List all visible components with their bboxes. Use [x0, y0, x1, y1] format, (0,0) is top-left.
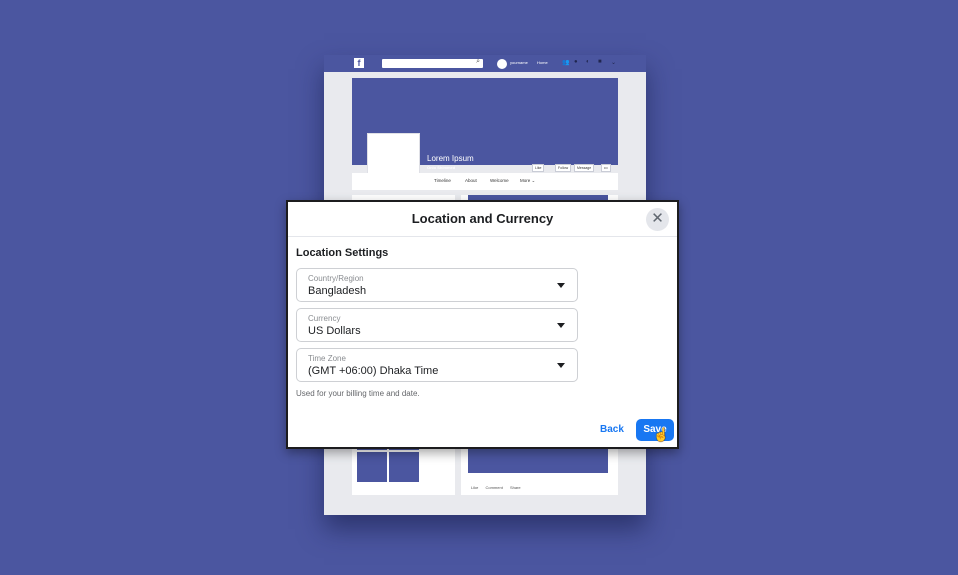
- location-currency-dialog: Location and Currency ✕ Location Setting…: [286, 200, 679, 449]
- photo-thumbnail[interactable]: [357, 452, 387, 482]
- tab-about[interactable]: About: [465, 178, 477, 183]
- time-zone-select[interactable]: Time Zone (GMT +06:00) Dhaka Time: [296, 348, 578, 382]
- page-subtitle: Onio Shimmed: [427, 165, 456, 170]
- chevron-down-icon: [557, 283, 565, 288]
- tab-welcome[interactable]: Welcome: [490, 178, 509, 183]
- avatar[interactable]: [497, 59, 507, 69]
- page-tabs: Timeline About Welcome More ⌄: [352, 173, 618, 190]
- chevron-down-icon: [557, 323, 565, 328]
- notifications-icon[interactable]: ◐: [586, 59, 590, 65]
- follow-button[interactable]: Follow: [555, 164, 572, 172]
- dialog-header: Location and Currency ✕: [288, 202, 677, 237]
- close-button[interactable]: ✕: [646, 208, 669, 231]
- facebook-logo-icon[interactable]: f: [354, 58, 364, 68]
- message-button[interactable]: Message: [574, 164, 595, 172]
- fb-home-link[interactable]: Home: [537, 60, 548, 65]
- help-text: Used for your billing time and date.: [296, 389, 420, 398]
- post-like-button[interactable]: Like: [471, 485, 478, 490]
- help-icon[interactable]: ■: [598, 59, 602, 65]
- country-region-value: Bangladesh: [308, 285, 367, 297]
- time-zone-label: Time Zone: [308, 354, 346, 363]
- like-page-button[interactable]: Like: [532, 164, 545, 172]
- fb-topbar: f ⌕ yourname Home 👥 ● ◐ ■ ⌄: [324, 55, 646, 72]
- tab-more[interactable]: More ⌄: [520, 178, 535, 184]
- currency-label: Currency: [308, 314, 341, 323]
- section-title: Location Settings: [296, 247, 389, 259]
- fb-search-input[interactable]: ⌕: [382, 58, 483, 68]
- dropdown-icon[interactable]: ⌄: [611, 59, 616, 66]
- dialog-title: Location and Currency: [411, 211, 554, 226]
- currency-select[interactable]: Currency US Dollars: [296, 308, 578, 342]
- friends-icon[interactable]: 👥: [562, 59, 569, 66]
- more-options-button[interactable]: •••: [601, 164, 611, 172]
- tab-timeline[interactable]: Timeline: [434, 178, 451, 183]
- back-button[interactable]: Back: [600, 424, 624, 435]
- photo-thumbnail[interactable]: [389, 452, 419, 482]
- search-icon: ⌕: [476, 58, 480, 65]
- hand-cursor-icon: ☝: [653, 427, 670, 442]
- messages-icon[interactable]: ●: [574, 59, 578, 65]
- close-icon: ✕: [651, 210, 664, 227]
- time-zone-value: (GMT +06:00) Dhaka Time: [308, 365, 439, 377]
- country-region-label: Country/Region: [308, 274, 364, 283]
- page-name: Lorem Ipsum: [427, 154, 474, 163]
- post-comment-button[interactable]: Comment: [485, 485, 502, 490]
- post-share-button[interactable]: Share: [510, 485, 521, 490]
- chevron-down-icon: [557, 363, 565, 368]
- country-region-select[interactable]: Country/Region Bangladesh: [296, 268, 578, 302]
- currency-value: US Dollars: [308, 325, 361, 337]
- post-actions: Like Comment Share: [471, 485, 527, 490]
- fb-username[interactable]: yourname: [510, 60, 528, 65]
